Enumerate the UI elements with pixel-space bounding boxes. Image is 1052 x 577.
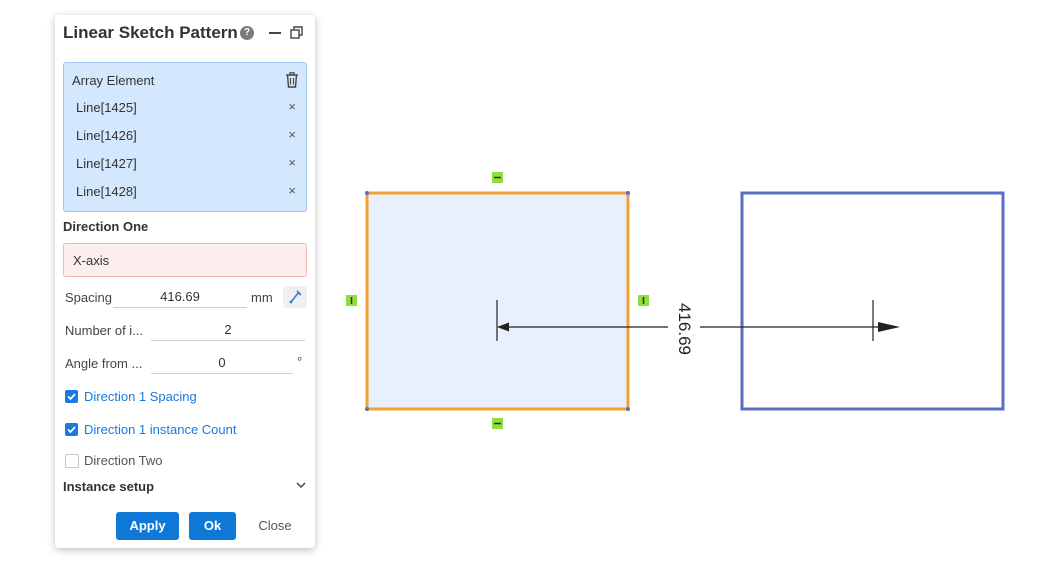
direction1-count-label[interactable]: Direction 1 instance Count bbox=[84, 422, 236, 437]
close-button[interactable]: Close bbox=[250, 512, 300, 540]
panel-title: Linear Sketch Pattern bbox=[63, 23, 238, 42]
angle-label: Angle from ... bbox=[65, 356, 143, 371]
array-element-title: Array Element bbox=[72, 73, 155, 88]
apply-button[interactable]: Apply bbox=[116, 512, 179, 540]
remove-icon[interactable]: × bbox=[288, 155, 296, 170]
direction-axis-value: X-axis bbox=[73, 253, 110, 268]
direction1-spacing-checkbox[interactable] bbox=[65, 390, 78, 403]
help-icon[interactable]: ? bbox=[240, 26, 254, 40]
panel-header[interactable]: Linear Sketch Pattern ? bbox=[55, 15, 315, 51]
vertex-point[interactable] bbox=[365, 191, 369, 195]
direction-two-label[interactable]: Direction Two bbox=[84, 453, 163, 468]
arrow-head-icon bbox=[878, 322, 900, 332]
list-item-label: Line[1428] bbox=[76, 184, 137, 199]
angle-unit: ° bbox=[297, 354, 303, 369]
dimension-value[interactable]: 416.69 bbox=[675, 303, 694, 355]
restore-window-icon[interactable] bbox=[290, 26, 303, 39]
instance-count-input[interactable]: 2 bbox=[151, 320, 305, 341]
list-item[interactable]: Line[1428] × bbox=[76, 182, 298, 202]
list-item-label: Line[1426] bbox=[76, 128, 137, 143]
vertex-point[interactable] bbox=[365, 407, 369, 411]
spacing-unit: mm bbox=[251, 290, 273, 305]
direction-one-heading: Direction One bbox=[63, 219, 149, 234]
minimize-icon[interactable] bbox=[269, 32, 281, 34]
ok-button[interactable]: Ok bbox=[189, 512, 236, 540]
chevron-down-icon[interactable] bbox=[295, 481, 307, 489]
linear-sketch-pattern-panel: Linear Sketch Pattern ? Array Element Li… bbox=[55, 15, 315, 548]
list-item-label: Line[1427] bbox=[76, 156, 137, 171]
remove-icon[interactable]: × bbox=[288, 183, 296, 198]
vertex-point[interactable] bbox=[626, 191, 630, 195]
instance-setup-heading[interactable]: Instance setup bbox=[63, 479, 154, 494]
spacing-label: Spacing bbox=[65, 290, 112, 305]
measure-pick-icon bbox=[289, 290, 302, 304]
list-item[interactable]: Line[1426] × bbox=[76, 126, 298, 146]
remove-icon[interactable]: × bbox=[288, 127, 296, 142]
trash-icon[interactable] bbox=[285, 72, 299, 88]
array-element-list[interactable]: Array Element Line[1425] × Line[1426] × … bbox=[63, 62, 307, 212]
check-icon bbox=[67, 426, 76, 434]
measure-pick-button[interactable] bbox=[283, 286, 307, 308]
list-item-label: Line[1425] bbox=[76, 100, 137, 115]
check-icon bbox=[67, 393, 76, 401]
instance-count-label: Number of i... bbox=[65, 323, 144, 338]
remove-icon[interactable]: × bbox=[288, 99, 296, 114]
direction-axis-field[interactable]: X-axis bbox=[63, 243, 307, 277]
direction-two-checkbox[interactable] bbox=[65, 454, 79, 468]
angle-input[interactable]: 0 bbox=[151, 353, 293, 374]
vertical-constraint-icon[interactable] bbox=[346, 295, 357, 306]
spacing-input[interactable]: 416.69 bbox=[113, 287, 247, 308]
list-item[interactable]: Line[1427] × bbox=[76, 154, 298, 174]
list-item[interactable]: Line[1425] × bbox=[76, 98, 298, 118]
direction1-spacing-label[interactable]: Direction 1 Spacing bbox=[84, 389, 197, 404]
horizontal-constraint-icon[interactable] bbox=[492, 418, 503, 429]
vertex-point[interactable] bbox=[626, 407, 630, 411]
vertical-constraint-icon[interactable] bbox=[638, 295, 649, 306]
direction1-count-checkbox[interactable] bbox=[65, 423, 78, 436]
horizontal-constraint-icon[interactable] bbox=[492, 172, 503, 183]
